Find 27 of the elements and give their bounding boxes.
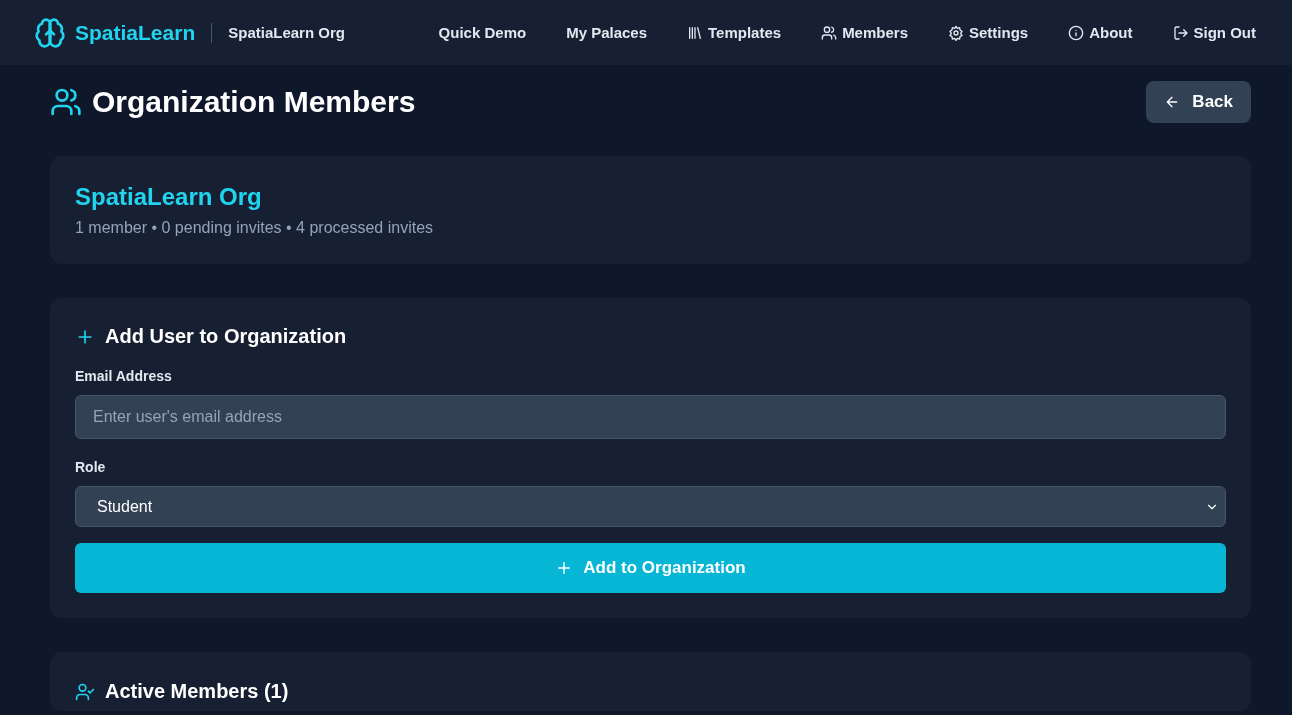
organization-name: SpatiaLearn Org: [228, 24, 345, 41]
section-title: Active Members (1): [105, 680, 289, 703]
user-check-icon: [75, 681, 95, 702]
nav-link[interactable]: Settings: [948, 24, 1029, 41]
email-label: Email Address: [75, 368, 173, 384]
nav-link[interactable]: Templates: [687, 24, 782, 41]
users-icon: [50, 86, 82, 118]
back-button[interactable]: Back: [1146, 81, 1251, 123]
sign-out-icon: [1172, 24, 1189, 41]
settings-icon: [948, 24, 964, 41]
nav-link[interactable]: My Palaces: [566, 24, 648, 41]
brand-name[interactable]: SpatiaLearn: [75, 20, 196, 45]
organization-title: SpatiaLearn Org: [75, 183, 263, 211]
library-icon: [687, 24, 704, 41]
page-title: Organization Members: [92, 85, 416, 119]
email-input-field[interactable]: Enter user's email address: [75, 395, 1226, 439]
brain-logo-icon: [34, 16, 66, 49]
nav-link[interactable]: Members: [821, 24, 908, 41]
organization-stats: 1 member • 0 pending invites • 4 processed invites: [75, 219, 435, 237]
users-icon: [821, 24, 838, 41]
nav-link[interactable]: About: [1068, 24, 1133, 41]
role-label: Role: [75, 459, 107, 475]
nav-link[interactable]: Sign Out: [1172, 24, 1256, 41]
info-icon: [1068, 24, 1085, 41]
section-title: Add User to Organization: [105, 325, 347, 348]
role-dropdown[interactable]: Student: [75, 486, 1226, 527]
nav-link[interactable]: Quick Demo: [438, 24, 527, 41]
